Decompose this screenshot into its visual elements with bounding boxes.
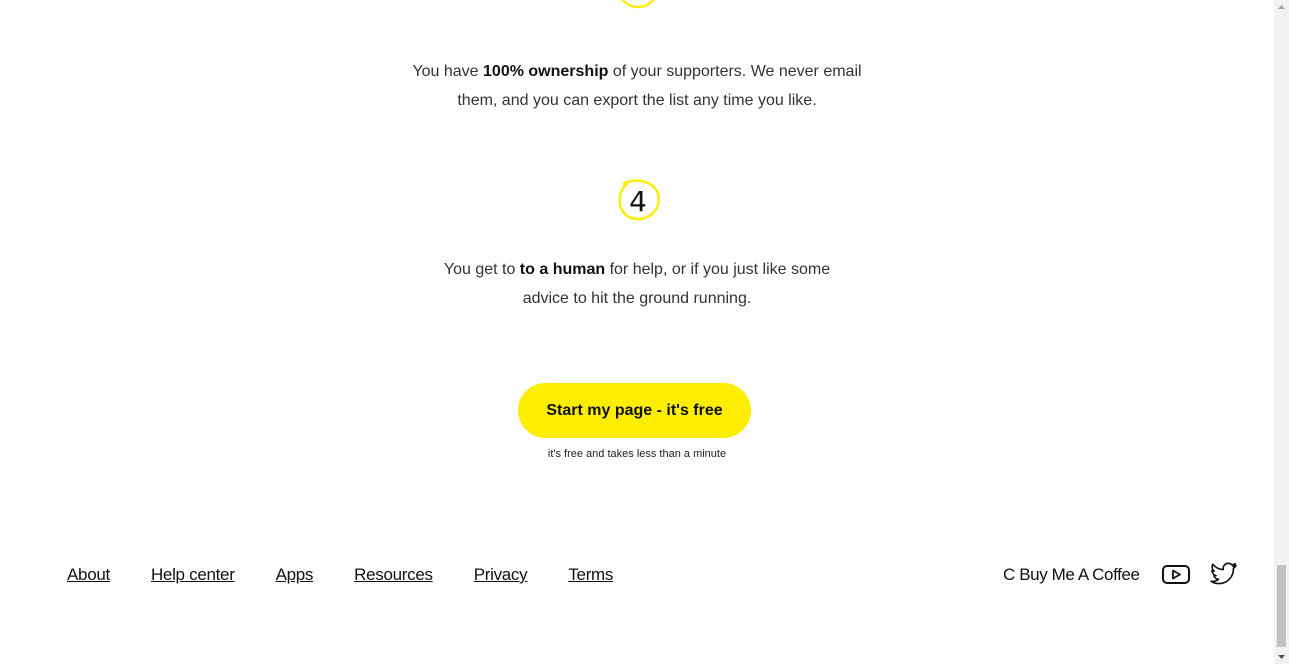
step-4-text-bold: to a human bbox=[519, 261, 606, 278]
step-3-badge-icon bbox=[621, 0, 655, 9]
footer-link-apps[interactable]: Apps bbox=[276, 563, 314, 587]
page: You have 100% ownership of your supporte… bbox=[0, 0, 1274, 664]
start-my-page-button[interactable]: Start my page - it's free bbox=[518, 383, 751, 438]
youtube-icon[interactable] bbox=[1161, 562, 1191, 586]
scroll-up-arrow-icon[interactable] bbox=[1274, 0, 1289, 14]
step-3-description: You have 100% ownership of your supporte… bbox=[0, 57, 1274, 115]
footer-nav: About Help center Apps Resources Privacy… bbox=[67, 563, 654, 587]
step-3-text-bold: 100% ownership bbox=[483, 63, 609, 80]
footer-link-resources[interactable]: Resources bbox=[354, 563, 433, 587]
vertical-scrollbar[interactable] bbox=[1274, 0, 1289, 664]
footer-link-terms[interactable]: Terms bbox=[568, 563, 613, 587]
scrollbar-thumb[interactable] bbox=[1277, 565, 1286, 647]
footer-link-help-center[interactable]: Help center bbox=[151, 563, 235, 587]
footer-link-about[interactable]: About bbox=[67, 563, 110, 587]
footer-brand[interactable]: C Buy Me A Coffee bbox=[1003, 563, 1140, 587]
step-3-text-before: You have bbox=[412, 63, 484, 80]
step-4-description: You get to to a human for help, or if yo… bbox=[0, 255, 1274, 313]
scroll-down-arrow-icon[interactable] bbox=[1274, 650, 1289, 664]
step-4-number: 4 bbox=[629, 185, 647, 218]
twitter-icon[interactable] bbox=[1209, 561, 1238, 587]
footer-link-privacy[interactable]: Privacy bbox=[474, 563, 528, 587]
step-4-text-before: You get to bbox=[443, 261, 520, 278]
cta-subtext: it's free and takes less than a minute bbox=[547, 448, 727, 460]
step-4-badge-icon: 4 bbox=[618, 179, 660, 221]
